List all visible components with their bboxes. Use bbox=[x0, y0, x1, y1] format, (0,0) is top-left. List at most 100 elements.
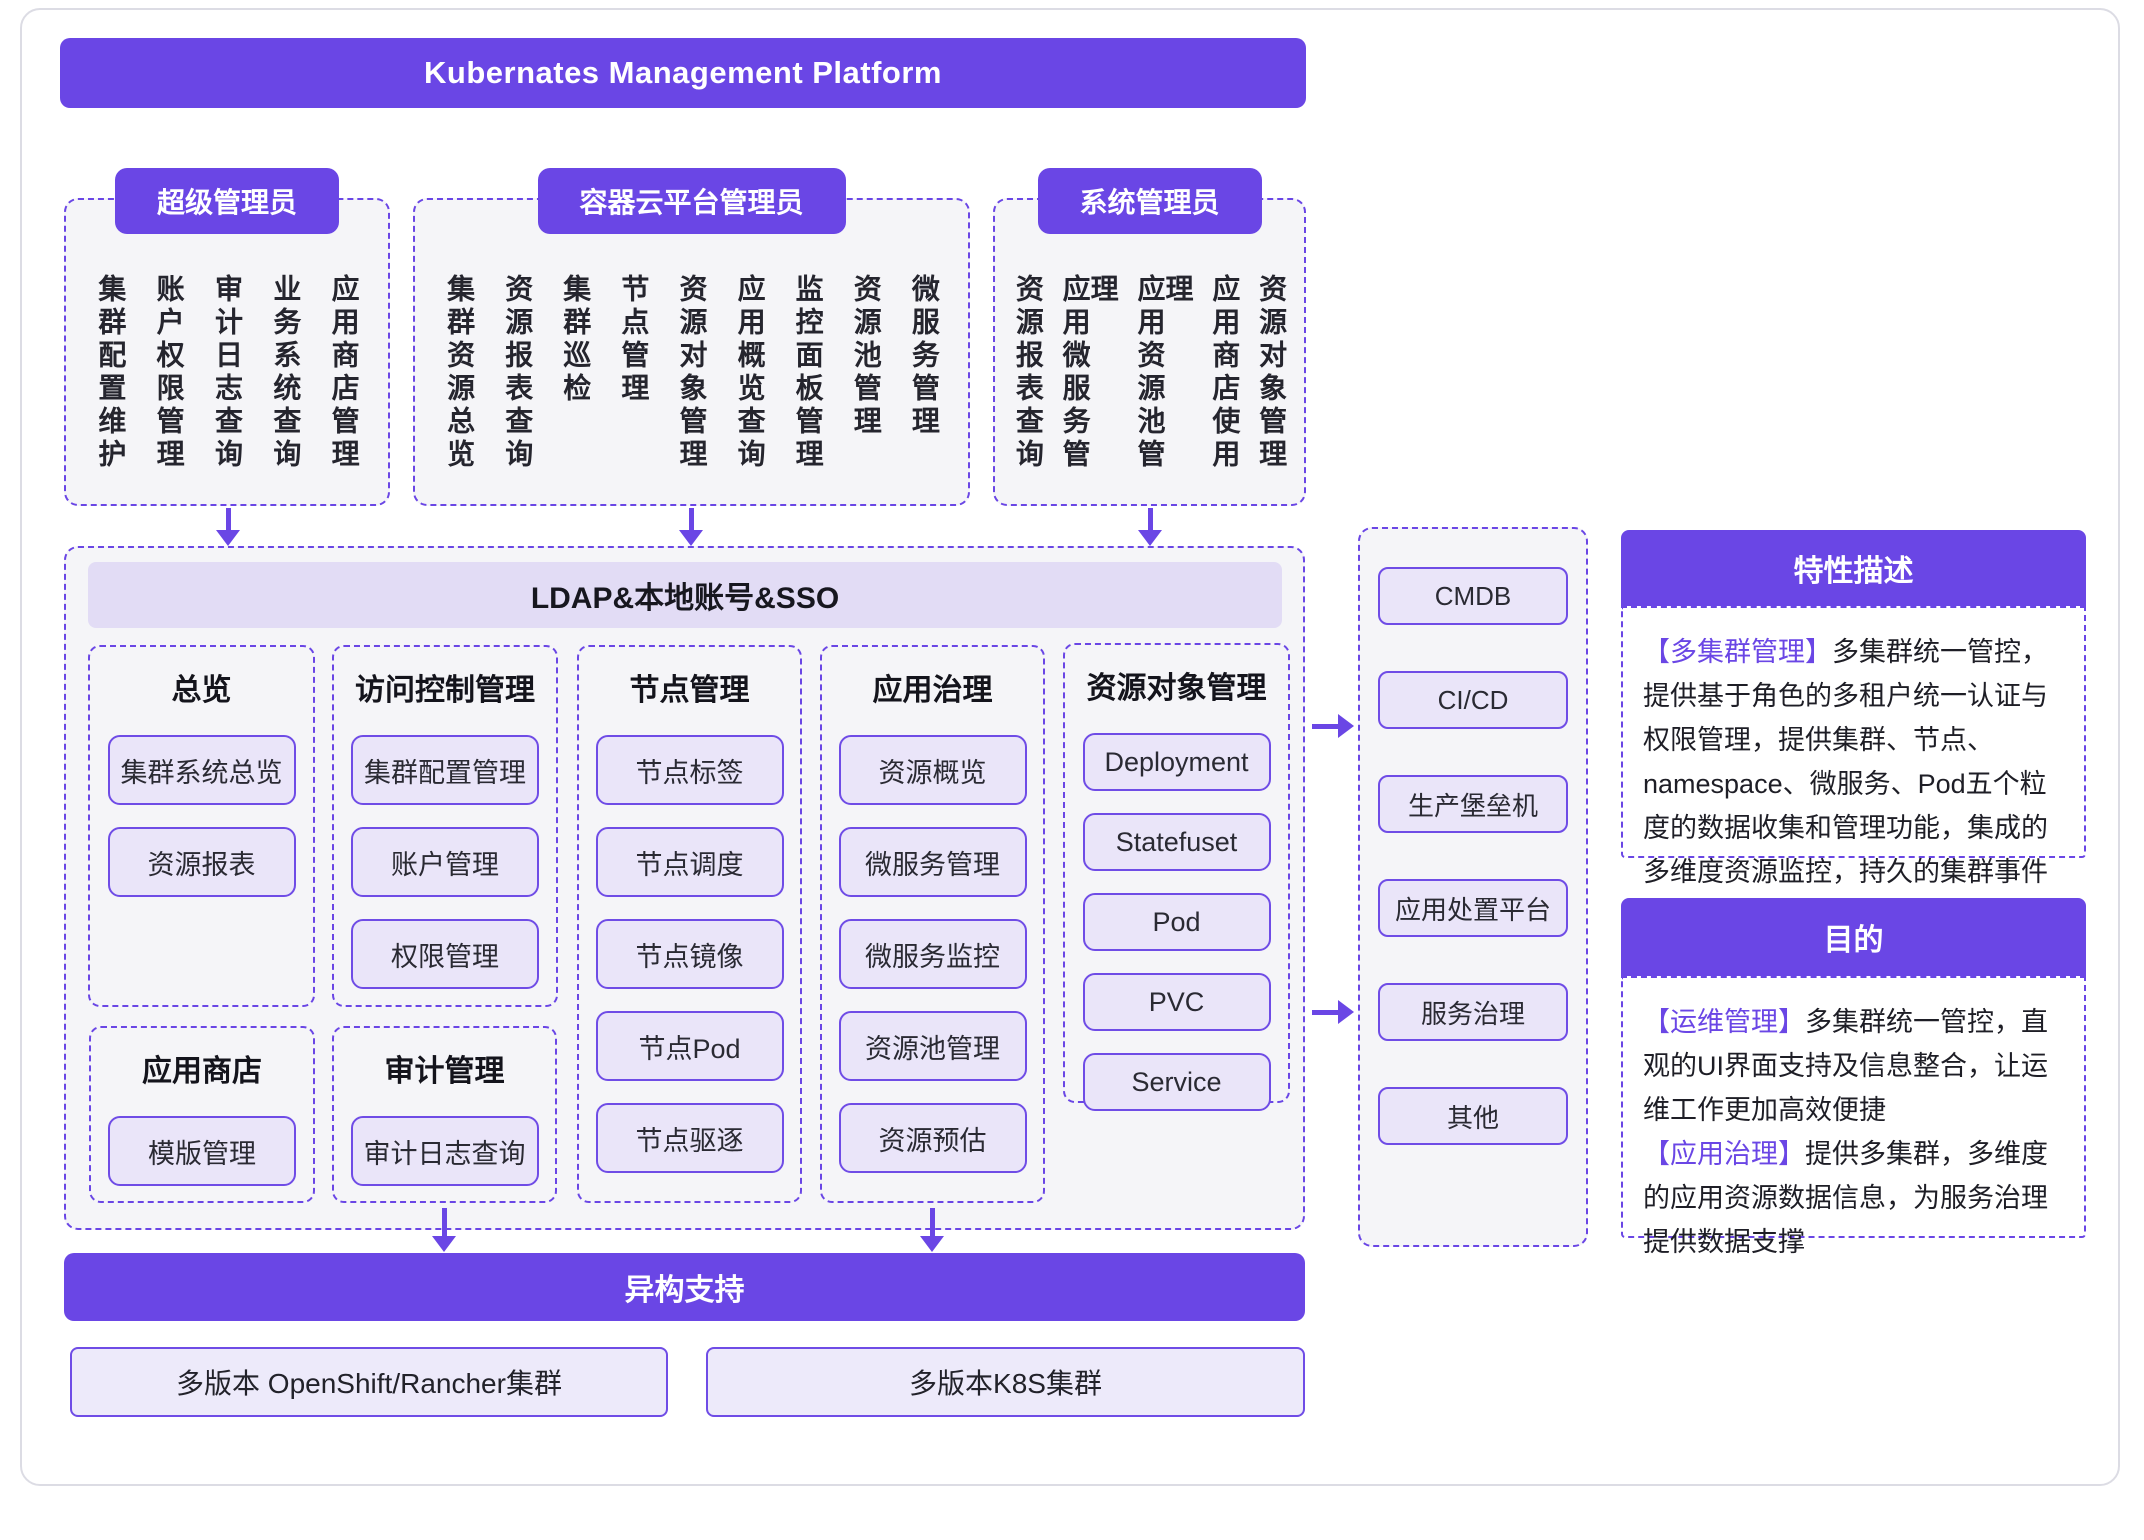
purpose-entry: 【应用治理】提供多集群，多维度的应用资源数据信息，为服务治理提供数据支撑 bbox=[1643, 1132, 2064, 1264]
module-item: Pod bbox=[1083, 893, 1271, 951]
module-title: 应用治理 bbox=[822, 665, 1043, 709]
integration-item: CI/CD bbox=[1378, 671, 1568, 729]
module-item-list: 模版管理 bbox=[91, 1116, 313, 1186]
role-permission: 资源报表查询 bbox=[1014, 274, 1042, 504]
module-access-control: 访问控制管理 集群配置管理账户管理权限管理 bbox=[332, 645, 558, 1007]
integration-item: 生产堡垒机 bbox=[1378, 775, 1568, 833]
role-permission: 业务系统查询 bbox=[271, 274, 299, 504]
arrow-right-icon bbox=[1312, 1000, 1354, 1024]
module-title: 节点管理 bbox=[579, 665, 800, 709]
purpose-panel-title: 目的 bbox=[1824, 915, 1884, 959]
module-item: Deployment bbox=[1083, 733, 1271, 791]
module-title: 应用商店 bbox=[91, 1046, 313, 1090]
integration-item: 其他 bbox=[1378, 1087, 1568, 1145]
module-item: 节点镜像 bbox=[596, 919, 784, 989]
module-item: 资源概览 bbox=[839, 735, 1027, 805]
integration-item: CMDB bbox=[1378, 567, 1568, 625]
module-app-governance: 应用治理 资源概览微服务管理微服务监控资源池管理资源预估 bbox=[820, 645, 1045, 1203]
hetero-support-label: 异构支持 bbox=[625, 1265, 745, 1309]
module-item: 集群配置管理 bbox=[351, 735, 539, 805]
module-title: 总览 bbox=[90, 665, 313, 709]
module-item: 账户管理 bbox=[351, 827, 539, 897]
module-item: 资源报表 bbox=[108, 827, 296, 897]
module-item: 微服务监控 bbox=[839, 919, 1027, 989]
role-badge: 超级管理员 bbox=[115, 168, 339, 234]
module-item-list: 集群配置管理账户管理权限管理 bbox=[334, 735, 556, 989]
hetero-support-bar: 异构支持 bbox=[64, 1253, 1305, 1321]
module-item: 节点调度 bbox=[596, 827, 784, 897]
role-permission: 微服务管理 bbox=[910, 274, 938, 504]
module-overview: 总览 集群系统总览资源报表 bbox=[88, 645, 315, 1007]
feature-panel-header: 特性描述 bbox=[1621, 530, 2086, 606]
module-node-management: 节点管理 节点标签节点调度节点镜像节点Pod节点驱逐 bbox=[577, 645, 802, 1203]
feature-tag: 【多集群管理】 bbox=[1643, 637, 1832, 667]
role-group-system-admin: 系统管理员 资源报表查询应用微服务管理应用资源池管理应用商店使用资源对象管理 bbox=[993, 198, 1306, 506]
purpose-tag: 【运维管理】 bbox=[1643, 1007, 1805, 1037]
arrow-down-icon bbox=[432, 1208, 456, 1252]
module-item: 节点驱逐 bbox=[596, 1103, 784, 1173]
module-item-list: 资源概览微服务管理微服务监控资源池管理资源预估 bbox=[822, 735, 1043, 1173]
role-group-container-cloud-admin: 容器云平台管理员 集群资源总览资源报表查询集群巡检节点管理资源对象管理应用概览查… bbox=[413, 198, 970, 506]
purpose-entry: 【运维管理】多集群统一管控，直观的UI界面支持及信息整合，让运维工作更加高效便捷 bbox=[1643, 1000, 2064, 1132]
module-item: 资源池管理 bbox=[839, 1011, 1027, 1081]
module-resource-objects: 资源对象管理 DeploymentStatefusetPodPVCService bbox=[1063, 643, 1290, 1103]
role-permission: 审计日志查询 bbox=[213, 274, 241, 504]
cluster-box-openshift-rancher: 多版本 OpenShift/Rancher集群 bbox=[70, 1347, 668, 1417]
platform-title: Kubernates Management Platform bbox=[424, 55, 942, 91]
role-permission: 应用概览查询 bbox=[736, 274, 764, 504]
cluster-box-k8s: 多版本K8S集群 bbox=[706, 1347, 1305, 1417]
module-title: 审计管理 bbox=[334, 1046, 555, 1090]
module-item: 资源预估 bbox=[839, 1103, 1027, 1173]
module-item-list: 集群系统总览资源报表 bbox=[90, 735, 313, 897]
role-permission: 资源对象管理 bbox=[1257, 274, 1285, 504]
feature-text: 多集群统一管控，提供基于角色的多租户统一认证与权限管理，提供集群、节点、name… bbox=[1643, 637, 2048, 931]
role-permission: 集群资源总览 bbox=[445, 274, 473, 504]
module-title: 资源对象管理 bbox=[1065, 663, 1288, 707]
module-item: 微服务管理 bbox=[839, 827, 1027, 897]
role-permission: 应用微服务管理 bbox=[1061, 274, 1117, 504]
module-item: 权限管理 bbox=[351, 919, 539, 989]
arrow-down-icon bbox=[1138, 508, 1162, 546]
role-permission-list: 集群配置维护 账户权限管理 审计日志查询 业务系统查询 应用商店管理 bbox=[66, 200, 388, 504]
role-permission: 集群配置维护 bbox=[96, 274, 124, 504]
module-item-list: 审计日志查询 bbox=[334, 1116, 555, 1186]
module-item: 模版管理 bbox=[108, 1116, 296, 1186]
module-app-store: 应用商店 模版管理 bbox=[89, 1026, 315, 1203]
module-item-list: 节点标签节点调度节点镜像节点Pod节点驱逐 bbox=[579, 735, 800, 1173]
role-permission-list: 集群资源总览 资源报表查询 集群巡检 节点管理 资源对象管理 应用概览查询 监控面板管理 资源… bbox=[415, 200, 968, 504]
role-permission: 应用商店管理 bbox=[330, 274, 358, 504]
arrow-down-icon bbox=[216, 508, 240, 546]
role-permission: 资源对象管理 bbox=[677, 274, 705, 504]
role-badge: 系统管理员 bbox=[1037, 168, 1261, 234]
integration-item: 服务治理 bbox=[1378, 983, 1568, 1041]
platform-title-bar: Kubernates Management Platform bbox=[60, 38, 1306, 108]
purpose-tag: 【应用治理】 bbox=[1643, 1139, 1805, 1169]
role-permission: 集群巡检 bbox=[561, 274, 589, 504]
feature-panel-title: 特性描述 bbox=[1794, 546, 1914, 590]
role-group-super-admin: 超级管理员 集群配置维护账户权限管理审计日志查询业务系统查询应用商店管理 bbox=[64, 198, 390, 506]
module-item: PVC bbox=[1083, 973, 1271, 1031]
role-permission: 监控面板管理 bbox=[794, 274, 822, 504]
role-permission: 节点管理 bbox=[619, 274, 647, 504]
purpose-panel-header: 目的 bbox=[1621, 898, 2086, 976]
arrow-right-icon bbox=[1312, 714, 1354, 738]
module-item: 审计日志查询 bbox=[351, 1116, 539, 1186]
module-title: 访问控制管理 bbox=[334, 665, 556, 709]
role-badge: 容器云平台管理员 bbox=[537, 168, 845, 234]
role-permission: 资源报表查询 bbox=[503, 274, 531, 504]
role-permission: 账户权限管理 bbox=[155, 274, 183, 504]
role-permission: 资源池管理 bbox=[852, 274, 880, 504]
role-permission-list: 资源报表查询应用微服务管理应用资源池管理应用商店使用资源对象管理 bbox=[995, 200, 1304, 504]
integration-list: CMDB CI/CD 生产堡垒机应用处置平台服务治理其他 bbox=[1358, 527, 1588, 1247]
integration-item: 应用处置平台 bbox=[1378, 879, 1568, 937]
auth-bar-label: LDAP&本地账号&SSO bbox=[531, 573, 839, 617]
feature-panel-body: 【多集群管理】多集群统一管控，提供基于角色的多租户统一认证与权限管理，提供集群、… bbox=[1621, 606, 2086, 858]
module-audit-management: 审计管理 审计日志查询 bbox=[332, 1026, 557, 1203]
auth-bar: LDAP&本地账号&SSO bbox=[88, 562, 1282, 628]
role-permission: 应用资源池管理 bbox=[1135, 274, 1191, 504]
module-item: 集群系统总览 bbox=[108, 735, 296, 805]
module-item: Service bbox=[1083, 1053, 1271, 1111]
module-item: Statefuset bbox=[1083, 813, 1271, 871]
arrow-down-icon bbox=[679, 508, 703, 546]
module-item: 节点标签 bbox=[596, 735, 784, 805]
